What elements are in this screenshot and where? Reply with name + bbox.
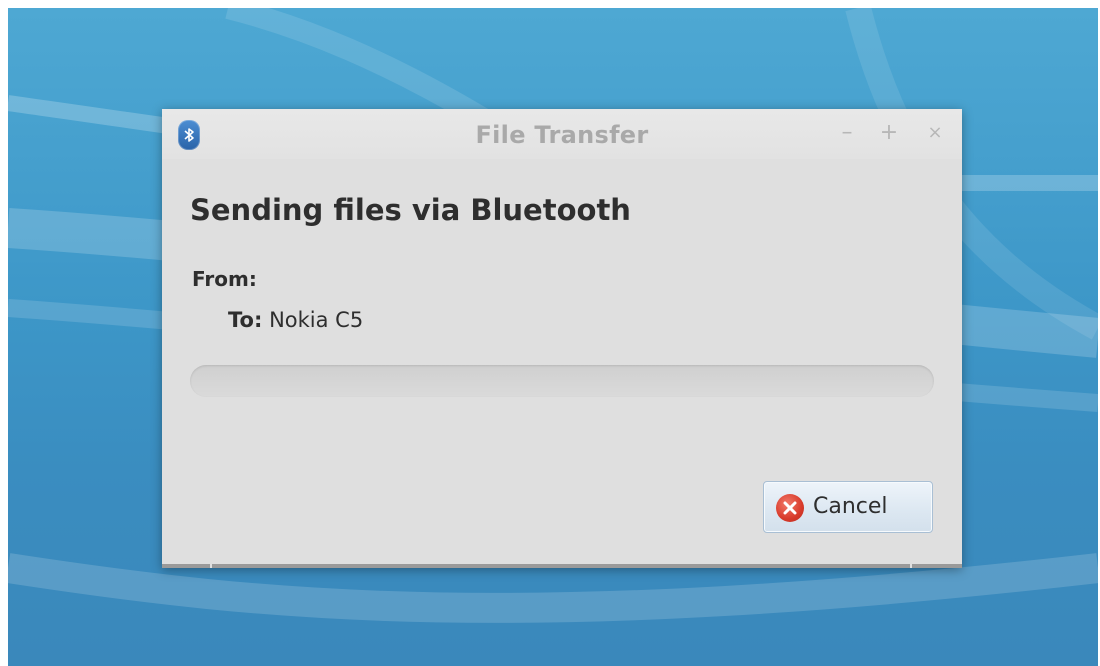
dialog-heading: Sending files via Bluetooth — [190, 193, 631, 227]
cancel-label: Cancel — [813, 494, 888, 519]
maximize-button[interactable]: + — [878, 121, 900, 145]
from-label: From: — [192, 267, 257, 291]
window-bottom-border — [162, 564, 962, 568]
transfer-progress-bar — [190, 365, 934, 397]
cancel-button[interactable]: Cancel — [763, 481, 933, 533]
desktop-background: File Transfer – + × Sending files via Bl… — [8, 8, 1098, 666]
from-row: From: — [192, 267, 257, 291]
title-bar[interactable]: File Transfer – + × — [162, 109, 962, 159]
cancel-icon — [776, 494, 804, 522]
to-row: To: Nokia C5 — [228, 308, 363, 332]
to-label: To: — [228, 308, 263, 332]
minimize-button[interactable]: – — [836, 121, 858, 145]
close-button[interactable]: × — [924, 121, 946, 145]
to-value: Nokia C5 — [269, 308, 364, 332]
file-transfer-dialog: File Transfer – + × Sending files via Bl… — [162, 109, 962, 568]
